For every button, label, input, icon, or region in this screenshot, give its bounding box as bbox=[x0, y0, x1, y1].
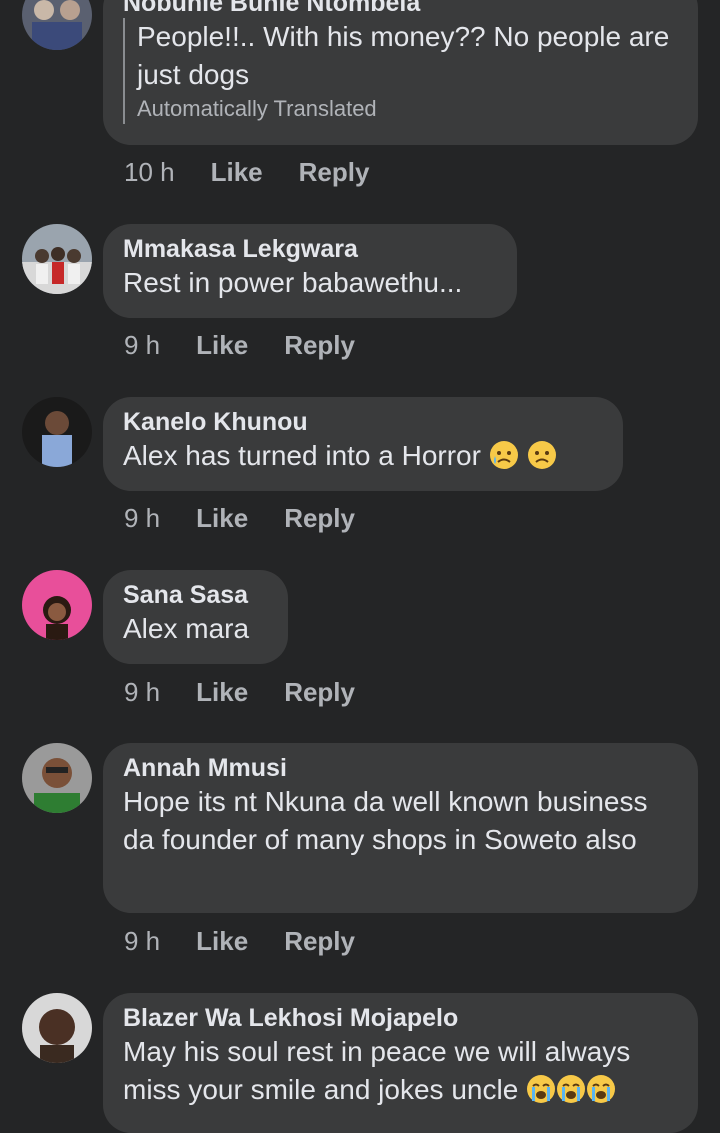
comment-author[interactable]: Sana Sasa bbox=[123, 580, 268, 610]
crying-emoji-icon bbox=[587, 1075, 616, 1103]
comment-author[interactable]: Annah Mmusi bbox=[123, 753, 678, 783]
comment-text: Rest in power babawethu... bbox=[123, 267, 463, 298]
reply-button[interactable]: Reply bbox=[284, 330, 355, 361]
comment-bubble[interactable]: Nobuhle Buhle Ntombela People!!.. With h… bbox=[103, 0, 698, 145]
translated-block: People!!.. With his money?? No people ar… bbox=[123, 18, 678, 124]
translation-note[interactable]: Automatically Translated bbox=[137, 94, 678, 124]
comment-author[interactable]: Nobuhle Buhle Ntombela bbox=[123, 0, 678, 18]
comment-bubble[interactable]: Kanelo Khunou Alex has turned into a Hor… bbox=[103, 397, 623, 491]
avatar[interactable] bbox=[22, 993, 92, 1063]
avatar[interactable] bbox=[22, 743, 92, 813]
avatar[interactable] bbox=[22, 224, 92, 294]
comment-actions: 10 h Like Reply bbox=[124, 157, 405, 188]
comment-timestamp[interactable]: 9 h bbox=[124, 330, 160, 361]
like-button[interactable]: Like bbox=[196, 330, 248, 361]
comment-text: Alex mara bbox=[123, 613, 250, 644]
reply-button[interactable]: Reply bbox=[284, 926, 355, 957]
comment-timestamp[interactable]: 9 h bbox=[124, 926, 160, 957]
like-button[interactable]: Like bbox=[196, 677, 248, 708]
crying-emoji-icon bbox=[527, 1075, 556, 1103]
comment-bubble[interactable]: Sana Sasa Alex mara bbox=[103, 570, 288, 664]
avatar[interactable] bbox=[22, 397, 92, 467]
sad-tear-emoji-icon bbox=[489, 441, 518, 469]
comment-actions: 9 h Like Reply bbox=[124, 677, 391, 708]
comment-author[interactable]: Blazer Wa Lekhosi Mojapelo bbox=[123, 1003, 678, 1033]
comment-author[interactable]: Mmakasa Lekgwara bbox=[123, 234, 497, 264]
comment-timestamp[interactable]: 9 h bbox=[124, 677, 160, 708]
comment-text-content: Alex has turned into a Horror bbox=[123, 440, 481, 471]
comment-bubble[interactable]: Annah Mmusi Hope its nt Nkuna da well kn… bbox=[103, 743, 698, 913]
reply-button[interactable]: Reply bbox=[284, 503, 355, 534]
comment-text: Alex has turned into a Horror bbox=[123, 437, 603, 475]
comment-author[interactable]: Kanelo Khunou bbox=[123, 407, 603, 437]
comment-actions: 9 h Like Reply bbox=[124, 330, 391, 361]
avatar[interactable] bbox=[22, 570, 92, 640]
reply-button[interactable]: Reply bbox=[299, 157, 370, 188]
crying-emoji-icon bbox=[557, 1075, 586, 1103]
frown-emoji-icon bbox=[527, 441, 556, 469]
comment-bubble[interactable]: Blazer Wa Lekhosi Mojapelo May his soul … bbox=[103, 993, 698, 1133]
comment-text: Hope its nt Nkuna da well known business… bbox=[123, 786, 648, 855]
comment-text: People!!.. With his money?? No people ar… bbox=[137, 21, 670, 90]
avatar[interactable] bbox=[22, 0, 92, 50]
like-button[interactable]: Like bbox=[196, 503, 248, 534]
comment-bubble[interactable]: Mmakasa Lekgwara Rest in power babawethu… bbox=[103, 224, 517, 318]
comment-actions: 9 h Like Reply bbox=[124, 503, 391, 534]
comment-timestamp[interactable]: 9 h bbox=[124, 503, 160, 534]
comment-actions: 9 h Like Reply bbox=[124, 926, 391, 957]
comment-text: May his soul rest in peace we will alway… bbox=[123, 1033, 678, 1109]
like-button[interactable]: Like bbox=[196, 926, 248, 957]
comment-timestamp[interactable]: 10 h bbox=[124, 157, 175, 188]
like-button[interactable]: Like bbox=[211, 157, 263, 188]
reply-button[interactable]: Reply bbox=[284, 677, 355, 708]
